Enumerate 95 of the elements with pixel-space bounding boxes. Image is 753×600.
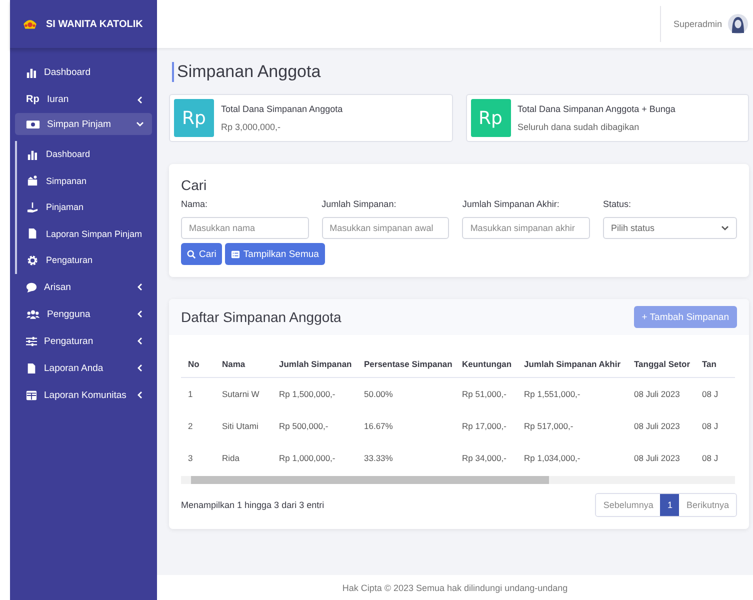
table-cell-text: Rp 1,000,000,-	[278, 452, 336, 465]
page-button[interactable]: 1	[660, 494, 680, 516]
sidebar-item[interactable]: Rp Iuran	[15, 86, 152, 113]
rupiah-icon: Rp	[26, 94, 40, 105]
column-header: Tanggal Setor	[627, 351, 695, 378]
field-label: Jumlah Simpanan Akhir:	[462, 199, 560, 209]
table-cell: Sutarni W	[215, 378, 272, 410]
sidebar-item[interactable]: Pengaturan	[15, 328, 152, 354]
money-icon	[26, 118, 40, 130]
table-cell-text: 08 Juli 2023	[633, 452, 681, 465]
table-title: Daftar Simpanan Anggota	[181, 309, 342, 325]
stat-value: Rp 3,000,000,-	[221, 122, 282, 132]
footer-text: Hak Cipta © 2023 Semua hak dilindungi undang-undang	[157, 575, 753, 600]
entries-info: Menampilkan 1 hingga 3 dari 3 entri	[181, 500, 324, 510]
table-cell-text: 33.33%	[363, 452, 394, 465]
chevron-down-icon	[136, 120, 144, 128]
chevron-left-icon	[136, 96, 144, 104]
column-header: Tan	[695, 351, 735, 378]
search-button[interactable]: Cari	[181, 243, 222, 265]
avatar-icon[interactable]	[728, 14, 748, 34]
search-title: Cari	[181, 177, 208, 193]
sliders-icon	[26, 336, 37, 346]
file-icon	[27, 228, 38, 240]
sidebar-item[interactable]: Pengguna	[15, 300, 152, 328]
table-cell: 50.00%	[357, 378, 455, 410]
status-dropdown[interactable]: Pilih status	[602, 217, 737, 239]
bar-chart-icon	[27, 148, 38, 160]
submenu-item[interactable]: Simpanan	[27, 168, 157, 194]
table-cell-text: 08 J	[701, 420, 720, 433]
table-cell-text: Rp 34,000,-	[461, 452, 508, 465]
users-icon	[26, 308, 40, 320]
stat-value: Seluruh dana sudah dibagikan	[518, 122, 640, 132]
table-cell: 1	[181, 378, 215, 410]
stat-title: Total Dana Simpanan Anggota + Bunga	[518, 104, 676, 114]
table-cell-text: Rp 1,034,000,-	[523, 452, 582, 465]
box-icon	[27, 175, 38, 186]
table-cell-text: Rida	[221, 452, 240, 465]
table-cell-text: Rp 500,000,-	[278, 420, 330, 433]
stat-title: Total Dana Simpanan Anggota	[221, 104, 343, 114]
sidebar-item[interactable]: Arisan	[15, 274, 152, 300]
input-field[interactable]: Masukkan simpanan akhir	[462, 217, 590, 239]
chevron-left-icon	[136, 310, 144, 318]
submenu-item[interactable]: Pengaturan	[27, 247, 157, 274]
search-icon	[187, 250, 196, 258]
column-header: Jumlah Simpanan	[272, 351, 357, 378]
sidebar-item[interactable]: Dashboard	[15, 59, 152, 86]
column-header: Jumlah Simpanan Akhir	[517, 351, 627, 378]
input-field[interactable]: Masukkan nama	[181, 217, 309, 239]
submenu-item[interactable]: Dashboard	[27, 141, 157, 168]
submenu-item[interactable]: Laporan Simpan Pinjam	[27, 220, 157, 247]
sidebar-item[interactable]: Laporan Komunitas	[15, 382, 152, 408]
chat-bubble-icon	[26, 282, 37, 292]
page-title: Simpanan Anggota	[172, 62, 749, 82]
chevron-left-icon	[136, 391, 144, 399]
submenu-item[interactable]: Pinjaman	[27, 194, 157, 220]
user-name[interactable]: Superadmin	[673, 19, 722, 29]
table-cell-text: 08 Juli 2023	[633, 420, 681, 433]
brand-name: SI WANITA KATOLIK	[46, 18, 143, 30]
table-cell: Rp 1,500,000,-	[272, 378, 357, 410]
rupiah-icon: Rp	[174, 99, 214, 137]
show-all-button[interactable]: Tampilkan Semua	[225, 243, 325, 265]
sidebar-item[interactable]: Laporan Anda	[15, 354, 152, 382]
horizontal-scrollbar[interactable]	[181, 476, 735, 484]
file-icon	[26, 362, 37, 374]
table-cell-text: 08 J	[701, 452, 720, 465]
crest-icon	[22, 17, 38, 31]
sidebar-item[interactable]: Simpan Pinjam	[15, 113, 152, 135]
table-icon	[26, 390, 37, 400]
input-field[interactable]: Masukkan simpanan awal	[322, 217, 450, 239]
gear-icon	[27, 254, 38, 266]
table-cell: 08 Juli 2023	[627, 378, 695, 410]
field-label: Status:	[602, 199, 632, 209]
field-label: Jumlah Simpanan:	[322, 199, 398, 209]
table-cell: Rp 1,551,000,-	[517, 378, 627, 410]
table-cell: 08 J	[695, 378, 735, 410]
column-header: Keuntungan	[455, 351, 517, 378]
bar-chart-icon	[26, 67, 37, 78]
table-cell-text: Rp 17,000,-	[461, 420, 508, 433]
table-cell-text: 3	[187, 452, 194, 465]
chevron-left-icon	[136, 337, 144, 345]
column-header: No	[181, 351, 215, 378]
hand-icon	[27, 202, 38, 213]
table-cell: Rp 51,000,-	[455, 378, 517, 410]
column-header: Persentase Simpanan	[357, 351, 455, 378]
table-cell-text: Rp 517,000,-	[523, 420, 574, 433]
rupiah-icon: Rp	[470, 99, 510, 137]
table-cell-text: 16.67%	[363, 420, 394, 433]
list-icon	[231, 250, 240, 258]
column-header: Nama	[215, 351, 272, 378]
table-cell-text: 2	[187, 420, 194, 433]
chevron-down-icon	[721, 224, 729, 232]
chevron-left-icon	[136, 364, 144, 372]
chevron-left-icon	[136, 283, 144, 291]
table-cell-text: Siti Utami	[221, 420, 260, 433]
field-label: Nama:	[181, 199, 209, 209]
